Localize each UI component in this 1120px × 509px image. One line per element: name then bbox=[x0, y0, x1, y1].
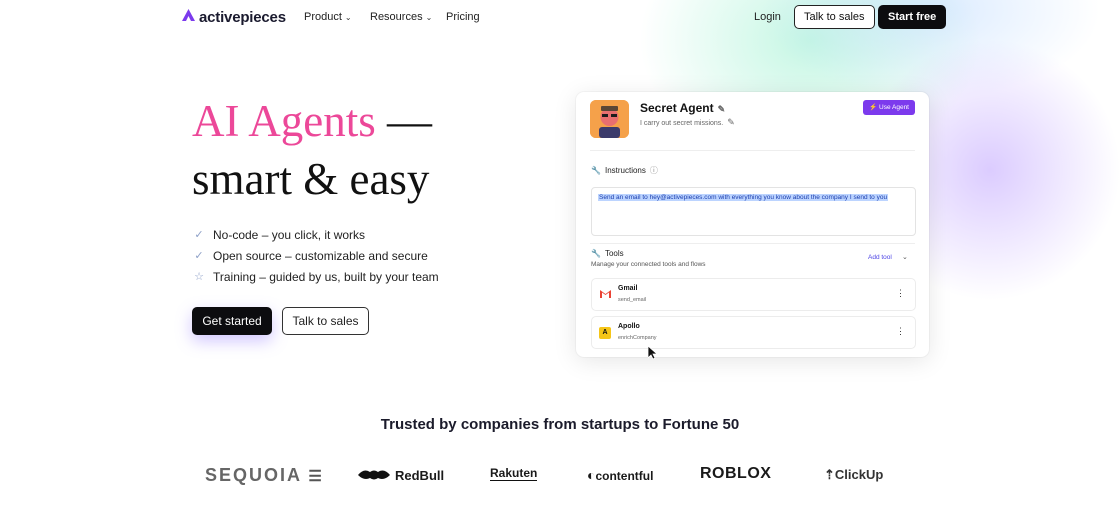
gmail-icon bbox=[599, 289, 611, 301]
tool-row-gmail[interactable]: Gmail send_email ⋮ bbox=[591, 278, 916, 311]
tools-heading: 🔧 Tools bbox=[591, 249, 624, 258]
tool-name: Gmail bbox=[618, 285, 638, 292]
feature-item: ✓ No-code – you click, it works bbox=[193, 224, 439, 245]
get-started-button[interactable]: Get started bbox=[192, 307, 272, 335]
chevron-down-icon: ⌄ bbox=[344, 12, 352, 22]
nav-pricing-label: Pricing bbox=[446, 11, 480, 23]
feature-text: Open source – customizable and secure bbox=[213, 248, 428, 263]
rakuten-logo-text: Rakuten bbox=[490, 466, 538, 481]
clickup-logo-text: ClickUp bbox=[834, 467, 884, 482]
rakuten-logo: Rakuten bbox=[490, 466, 538, 481]
brand-name: activepieces bbox=[199, 8, 286, 26]
agent-name-text: Secret Agent bbox=[640, 101, 714, 115]
tool-action: enrichCompany bbox=[618, 335, 657, 341]
wrench-icon: 🔧 bbox=[591, 166, 601, 175]
hero-title-dash: — bbox=[375, 96, 432, 146]
info-icon[interactable]: ⓘ bbox=[650, 165, 658, 176]
sequoia-mark-icon: ☰ bbox=[308, 468, 324, 485]
contentful-logo-text: contentful bbox=[595, 469, 654, 483]
feature-list: ✓ No-code – you click, it works ✓ Open s… bbox=[193, 224, 439, 287]
nav-product[interactable]: Product ⌄ bbox=[304, 11, 352, 23]
use-agent-button[interactable]: ⚡ Use Agent bbox=[863, 100, 915, 115]
instructions-label: Instructions bbox=[604, 166, 646, 175]
nav-resources[interactable]: Resources ⌄ bbox=[370, 11, 432, 23]
talk-to-sales-button[interactable]: Talk to sales bbox=[282, 307, 369, 335]
wrench-icon: 🔧 bbox=[591, 249, 601, 258]
roblox-logo-text: ROBLOX bbox=[700, 465, 772, 482]
login-label: Login bbox=[754, 11, 781, 23]
mouse-cursor-icon bbox=[647, 345, 660, 365]
tools-label: Tools bbox=[604, 249, 624, 258]
instructions-field[interactable]: Send an email to hey@activepieces.com wi… bbox=[591, 187, 916, 236]
talk-to-sales-nav-button[interactable]: Talk to sales bbox=[794, 5, 875, 29]
hero-title: AI Agents — smart & easy bbox=[192, 92, 432, 208]
chevron-down-icon: ⌄ bbox=[425, 12, 433, 22]
agent-avatar bbox=[590, 100, 629, 138]
feature-item: ☆ Training – guided by us, built by your… bbox=[193, 266, 439, 287]
feature-text: Training – guided by us, built by your t… bbox=[213, 269, 439, 284]
agent-card: Secret Agent ✎ I carry out secret mission… bbox=[576, 92, 929, 357]
more-options-icon[interactable]: ⋮ bbox=[896, 288, 905, 299]
sequoia-logo: SEQUOIA ☰ bbox=[205, 465, 324, 486]
add-tool-button[interactable]: Add tool bbox=[868, 254, 892, 261]
redbull-logo: RedBull bbox=[356, 467, 444, 483]
use-agent-label: Use Agent bbox=[879, 104, 909, 111]
contentful-logo: ◐contentful bbox=[587, 467, 653, 483]
divider bbox=[590, 150, 915, 151]
login-link[interactable]: Login bbox=[754, 11, 781, 23]
check-icon: ✓ bbox=[194, 229, 204, 241]
nav-product-label: Product bbox=[304, 11, 342, 23]
clickup-logo: ⇡ClickUp bbox=[824, 467, 883, 483]
more-options-icon[interactable]: ⋮ bbox=[896, 326, 905, 337]
nav-resources-label: Resources bbox=[370, 11, 423, 23]
agent-description: I carry out secret missions. ✎ bbox=[640, 117, 735, 128]
hero-title-highlight: AI Agents bbox=[192, 96, 376, 146]
redbull-logo-text: RedBull bbox=[395, 467, 445, 483]
tool-row-apollo[interactable]: A Apollo enrichCompany ⋮ bbox=[591, 316, 916, 349]
agent-description-text: I carry out secret missions. bbox=[640, 120, 724, 127]
clickup-mark-icon: ⇡ bbox=[824, 467, 835, 482]
divider bbox=[590, 243, 915, 244]
apollo-icon: A bbox=[599, 327, 611, 339]
pencil-icon[interactable]: ✎ bbox=[727, 117, 735, 127]
tools-subtitle: Manage your connected tools and flows bbox=[591, 261, 706, 268]
roblox-logo: ROBLOX bbox=[700, 465, 771, 483]
brand-logo[interactable]: activepieces bbox=[182, 8, 286, 26]
instructions-text: Send an email to hey@activepieces.com wi… bbox=[598, 194, 889, 201]
pencil-icon[interactable]: ✎ bbox=[718, 104, 726, 114]
sequoia-logo-text: SEQUOIA bbox=[205, 465, 302, 485]
bull-icon bbox=[358, 470, 390, 480]
star-icon: ☆ bbox=[194, 271, 204, 283]
instructions-heading: 🔧 Instructions ⓘ bbox=[591, 165, 658, 176]
top-nav: activepieces Product ⌄ Resources ⌄ Prici… bbox=[0, 0, 1120, 34]
activepieces-logo-icon bbox=[182, 8, 195, 26]
agent-name: Secret Agent ✎ bbox=[640, 101, 725, 115]
chevron-down-icon[interactable]: ⌄ bbox=[902, 253, 908, 261]
agent-icon: ⚡ bbox=[869, 104, 878, 111]
feature-text: No-code – you click, it works bbox=[213, 227, 366, 242]
tool-action: send_email bbox=[618, 297, 647, 303]
tool-name: Apollo bbox=[618, 323, 640, 330]
feature-item: ✓ Open source – customizable and secure bbox=[193, 245, 439, 266]
hero-title-line2: smart & easy bbox=[192, 154, 430, 204]
trusted-heading: Trusted by companies from startups to Fo… bbox=[380, 416, 740, 433]
start-free-button[interactable]: Start free bbox=[878, 5, 947, 29]
nav-pricing[interactable]: Pricing bbox=[446, 11, 480, 23]
check-icon: ✓ bbox=[194, 250, 204, 262]
